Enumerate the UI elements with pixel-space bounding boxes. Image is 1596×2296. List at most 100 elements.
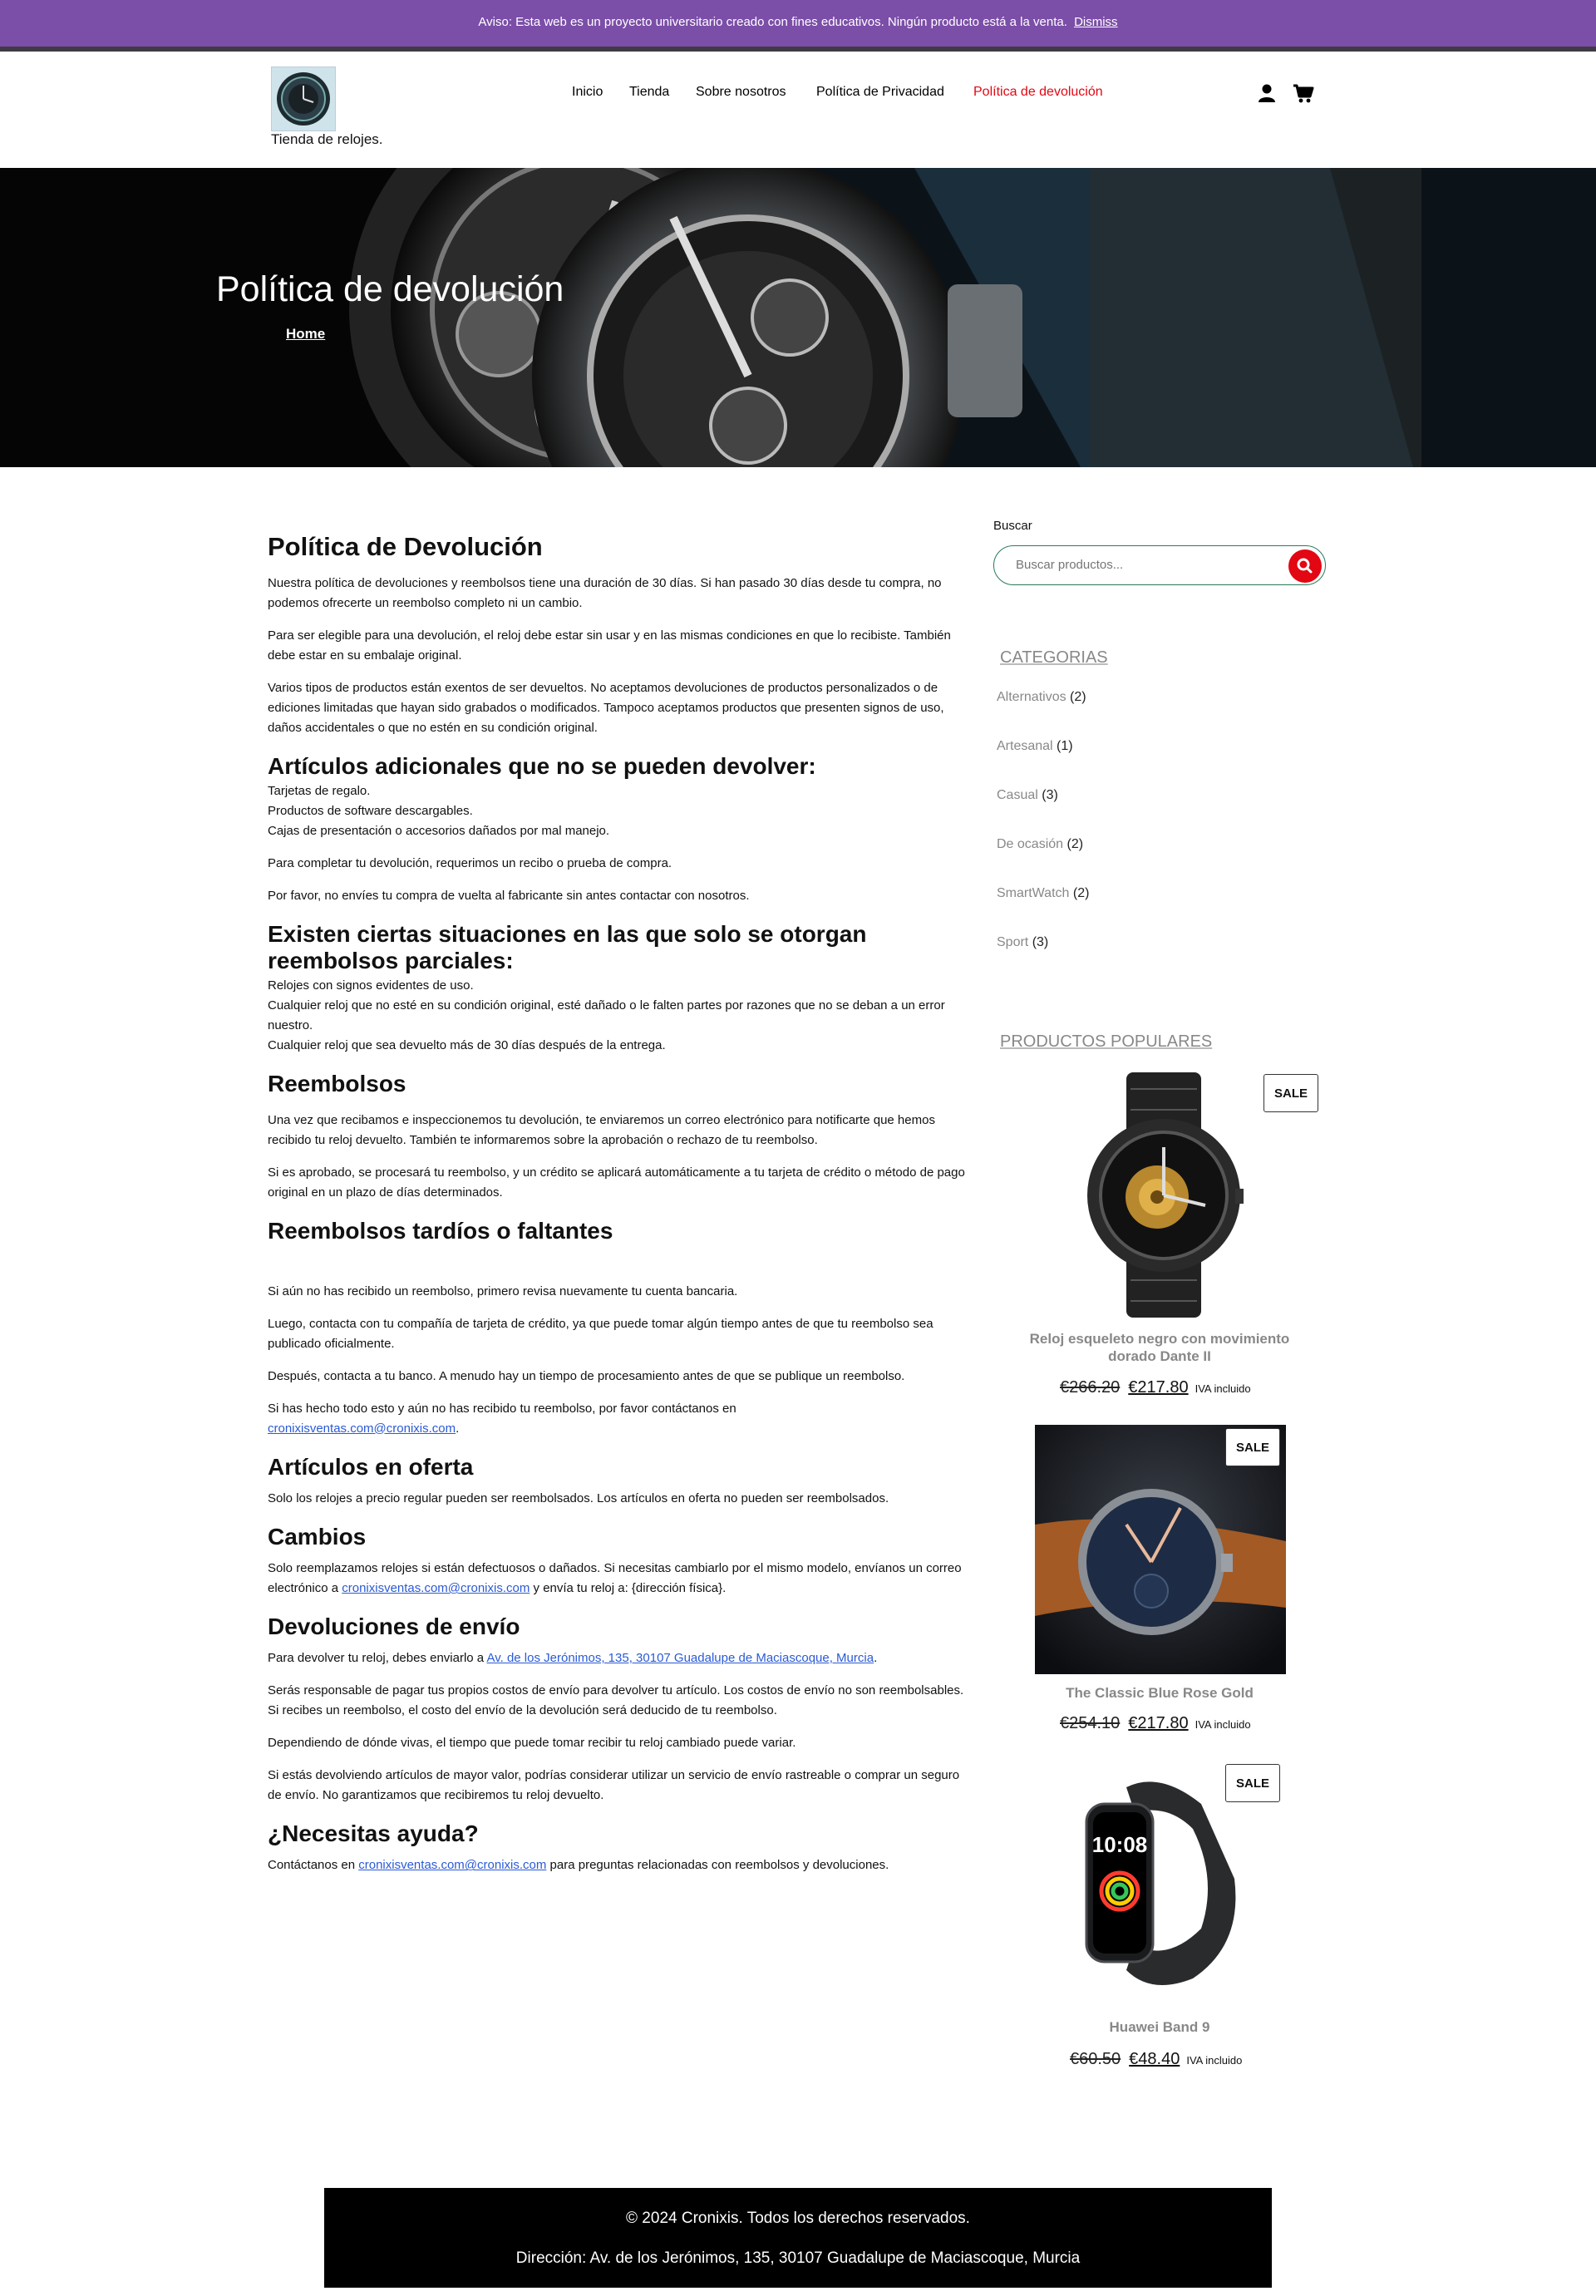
non-returnable-list: Tarjetas de regalo. Productos de softwar… xyxy=(268,781,966,841)
main-nav: Inicio Tienda Sobre nosotros Política de… xyxy=(0,85,1596,105)
return-policy-article: Política de Devolución Nuestra política … xyxy=(268,532,966,1888)
notice-text: Aviso: Esta web es un proyecto universit… xyxy=(478,15,1067,29)
tax-note: IVA incluido xyxy=(1186,2054,1243,2067)
paragraph: Varios tipos de productos están exentos … xyxy=(268,680,944,735)
paragraph: Nuestra política de devoluciones y reemb… xyxy=(268,575,942,610)
paragraph: Dependiendo de dónde vivas, el tiempo qu… xyxy=(268,1736,796,1751)
category-count: (2) xyxy=(1070,690,1086,704)
paragraph: Para ser elegible para una devolución, e… xyxy=(268,628,951,663)
category-name[interactable]: Casual xyxy=(997,788,1038,802)
smartwatch-time-text: 10:08 xyxy=(1092,1832,1148,1857)
category-item[interactable]: Sport (3) xyxy=(997,935,1089,984)
product-price: €254.10 €217.80 IVA incluido xyxy=(1060,1714,1251,1733)
nav-devolucion[interactable]: Política de devolución xyxy=(973,85,1103,100)
smartwatch-band-image[interactable]: 10:08 xyxy=(1076,1779,1243,1995)
period: . xyxy=(456,1421,460,1436)
paragraph: Si aún no has recibido un reembolso, pri… xyxy=(268,1283,738,1298)
paragraph-text: para preguntas relacionadas con reembols… xyxy=(549,1858,889,1873)
breadcrumb-home[interactable]: Home xyxy=(286,326,325,342)
list-item: Cajas de presentación o accesorios dañad… xyxy=(268,823,610,838)
category-item[interactable]: De ocasión (2) xyxy=(997,837,1089,886)
paragraph: Si estás devolviendo artículos de mayor … xyxy=(268,1768,960,1803)
category-name[interactable]: Sport xyxy=(997,935,1028,949)
sale-badge: SALE xyxy=(1225,1428,1280,1466)
hero-banner: Política de devolución Home xyxy=(0,168,1596,467)
list-item: Productos de software descargables. xyxy=(268,803,473,818)
paragraph: Solo reemplazamos relojes si están defec… xyxy=(268,1559,966,1599)
category-name[interactable]: De ocasión xyxy=(997,837,1063,851)
section-heading-reembolsos: Reembolsos xyxy=(268,1071,406,1097)
list-item: Relojes con signos evidentes de uso. xyxy=(268,978,474,993)
paragraph: Solo los relojes a precio regular pueden… xyxy=(268,1490,889,1505)
watch-hero-image xyxy=(0,168,1596,467)
footer-copyright: © 2024 Cronixis. Todos los derechos rese… xyxy=(626,2210,970,2227)
categories-list: Alternativos (2) Artesanal (1) Casual (3… xyxy=(997,690,1089,984)
product-name[interactable]: Huawei Band 9 xyxy=(1010,2018,1309,2036)
search-label: Buscar xyxy=(993,519,1032,533)
list-item: Cualquier reloj que sea devuelto más de … xyxy=(268,1038,666,1053)
category-count: (1) xyxy=(1057,739,1073,753)
category-count: (2) xyxy=(1072,886,1090,900)
product-price: €266.20 €217.80 IVA incluido xyxy=(1060,1378,1251,1397)
category-item[interactable]: SmartWatch (2) xyxy=(997,886,1089,935)
dismiss-link[interactable]: Dismiss xyxy=(1074,15,1118,29)
section-heading-adicionales: Artículos adicionales que no se pueden d… xyxy=(268,752,816,779)
contact-email-link[interactable]: cronixisventas.com@cronixis.com xyxy=(268,1421,456,1436)
notice-divider xyxy=(0,47,1596,52)
return-address-link[interactable]: Av. de los Jerónimos, 135, 30107 Guadalu… xyxy=(487,1651,874,1665)
footer-address: Dirección: Av. de los Jerónimos, 135, 30… xyxy=(515,2249,1081,2267)
search-icon xyxy=(1297,558,1313,574)
paragraph-text: Contáctanos en xyxy=(268,1858,356,1873)
article-title: Política de Devolución xyxy=(268,532,543,561)
product-name[interactable]: The Classic Blue Rose Gold xyxy=(1010,1684,1309,1702)
paragraph: Para completar tu devolución, requerimos… xyxy=(268,855,672,870)
product-name[interactable]: Reloj esqueleto negro con movimiento dor… xyxy=(1010,1330,1309,1365)
product-price: €60.50 €48.40 IVA incluido xyxy=(1070,2050,1242,2069)
paragraph-text: Si has hecho todo esto y aún no has reci… xyxy=(268,1401,736,1416)
section-heading-envio: Devoluciones de envío xyxy=(268,1613,520,1639)
exchange-email-link[interactable]: cronixisventas.com@cronixis.com xyxy=(342,1581,530,1595)
search-box xyxy=(993,545,1326,585)
notice-bar: Aviso: Esta web es un proyecto universit… xyxy=(0,0,1596,47)
search-input[interactable] xyxy=(1014,557,1267,573)
category-count: (3) xyxy=(1042,788,1058,802)
category-name[interactable]: SmartWatch xyxy=(997,886,1069,900)
user-icon[interactable] xyxy=(1255,81,1278,105)
paragraph: Una vez que recibamos e inspeccionemos t… xyxy=(268,1113,935,1148)
cart-icon[interactable] xyxy=(1292,81,1315,105)
nav-inicio[interactable]: Inicio xyxy=(572,85,603,100)
section-heading-parciales: Existen ciertas situaciones en las que s… xyxy=(268,920,867,974)
sale-badge: SALE xyxy=(1225,1764,1280,1802)
help-email-link[interactable]: cronixisventas.com@cronixis.com xyxy=(358,1858,546,1872)
skeleton-watch-image[interactable] xyxy=(1081,1072,1247,1318)
partial-refund-list: Relojes con signos evidentes de uso. Cua… xyxy=(268,976,966,1056)
old-price: €266.20 xyxy=(1060,1378,1121,1397)
search-button[interactable] xyxy=(1288,549,1322,583)
old-price: €254.10 xyxy=(1060,1714,1121,1732)
paragraph-text: Para devolver tu reloj, debes enviarlo a xyxy=(268,1651,485,1666)
list-item: Cualquier reloj que no esté en su condic… xyxy=(268,998,945,1033)
category-item[interactable]: Artesanal (1) xyxy=(997,739,1089,788)
hero-title: Política de devolución xyxy=(216,269,564,309)
sale-price: €48.40 xyxy=(1129,2050,1180,2068)
popular-products-heading: PRODUCTOS POPULARES xyxy=(1000,1032,1213,1051)
category-name[interactable]: Artesanal xyxy=(997,739,1053,753)
nav-tienda[interactable]: Tienda xyxy=(629,85,669,100)
sale-badge: SALE xyxy=(1264,1074,1318,1112)
section-heading-ayuda: ¿Necesitas ayuda? xyxy=(268,1821,479,1847)
category-count: (3) xyxy=(1032,935,1049,949)
paragraph: Contáctanos en cronixisventas.com@cronix… xyxy=(268,1855,966,1875)
category-item[interactable]: Casual (3) xyxy=(997,788,1089,837)
nav-privacidad[interactable]: Política de Privacidad xyxy=(816,85,944,100)
nav-sobre-nosotros[interactable]: Sobre nosotros xyxy=(696,85,786,100)
list-item: Tarjetas de regalo. xyxy=(268,783,371,798)
paragraph-text: y envía tu reloj a: {dirección física}. xyxy=(533,1580,727,1595)
section-heading-cambios: Cambios xyxy=(268,1523,367,1550)
category-item[interactable]: Alternativos (2) xyxy=(997,690,1089,739)
logo-tagline: Tienda de relojes. xyxy=(271,131,383,147)
category-name[interactable]: Alternativos xyxy=(997,690,1066,704)
paragraph: Si es aprobado, se procesará tu reembols… xyxy=(268,1165,965,1200)
tax-note: IVA incluido xyxy=(1195,1382,1251,1395)
category-count: (2) xyxy=(1066,837,1084,851)
paragraph: Si has hecho todo esto y aún no has reci… xyxy=(268,1399,966,1439)
